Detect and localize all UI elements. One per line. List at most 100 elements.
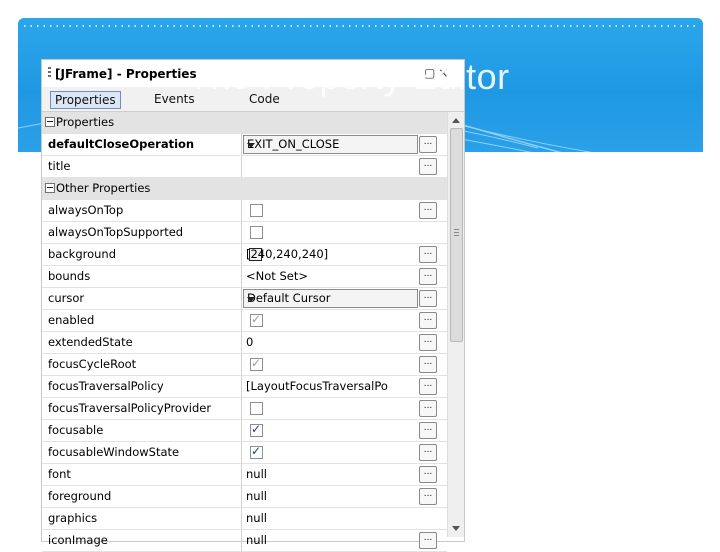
property-row[interactable]: iconImage null... — [42, 530, 447, 552]
ellipsis-button[interactable]: ... — [419, 158, 437, 175]
tab-properties[interactable]: Properties — [50, 91, 121, 109]
property-name: graphics — [48, 511, 98, 525]
window-title: [JFrame] - Properties — [55, 67, 197, 81]
column-divider — [241, 530, 242, 551]
column-divider — [241, 354, 242, 375]
property-row[interactable]: bounds <Not Set>... — [42, 266, 447, 288]
column-divider — [241, 266, 242, 287]
property-name: focusTraversalPolicy — [48, 379, 164, 393]
ellipsis-button[interactable]: ... — [419, 290, 437, 307]
dotted-rule — [24, 25, 696, 27]
property-name: alwaysOnTopSupported — [48, 225, 184, 239]
ellipsis-button[interactable]: ... — [419, 268, 437, 285]
property-row[interactable]: alwaysOnTopSupported — [42, 222, 447, 244]
combo-value: Default Cursor — [247, 291, 331, 305]
thumb-grip-icon — [454, 229, 459, 237]
dropdown-arrow-icon[interactable] — [247, 143, 255, 148]
property-name: iconImage — [48, 533, 108, 547]
property-row[interactable]: focusableWindowState... — [42, 442, 447, 464]
property-checkbox[interactable] — [250, 422, 263, 437]
ellipsis-button[interactable]: ... — [419, 334, 437, 351]
ellipsis-button[interactable]: ... — [419, 466, 437, 483]
property-name: font — [48, 467, 71, 481]
property-name: foreground — [48, 489, 112, 503]
property-value[interactable]: null — [246, 486, 418, 507]
drag-grip-icon[interactable] — [48, 67, 51, 79]
property-value[interactable]: null — [246, 530, 418, 551]
ellipsis-button[interactable]: ... — [419, 378, 437, 395]
property-name: background — [48, 247, 117, 261]
scroll-down-icon[interactable] — [452, 526, 460, 531]
property-row[interactable]: extendedState 0... — [42, 332, 447, 354]
column-divider — [241, 288, 242, 309]
column-divider — [241, 222, 242, 243]
property-row[interactable]: foreground null... — [42, 486, 447, 508]
property-row[interactable]: alwaysOnTop... — [42, 200, 447, 222]
property-name: focusCycleRoot — [48, 357, 137, 371]
column-divider — [241, 376, 242, 397]
collapse-icon[interactable] — [45, 183, 55, 193]
property-checkbox — [250, 356, 263, 371]
category-row[interactable]: Properties — [42, 112, 447, 134]
property-value[interactable]: null — [246, 464, 418, 485]
ellipsis-button[interactable]: ... — [419, 202, 437, 219]
property-sheet: Properties defaultCloseOperation EXIT_ON_C… — [42, 112, 447, 552]
property-checkbox[interactable] — [250, 204, 263, 217]
property-row[interactable]: font null... — [42, 464, 447, 486]
property-value[interactable]: 0 — [246, 332, 418, 353]
property-name: focusableWindowState — [48, 445, 180, 459]
property-name: enabled — [48, 313, 95, 327]
scroll-up-icon[interactable] — [452, 118, 460, 123]
ellipsis-button[interactable]: ... — [419, 422, 437, 439]
property-value[interactable]: [240,240,240] — [246, 244, 418, 265]
column-divider — [241, 156, 242, 177]
column-divider — [241, 398, 242, 419]
property-name: bounds — [48, 269, 91, 283]
category-row[interactable]: Other Properties — [42, 178, 447, 200]
slide-title: The Property Editor — [188, 56, 510, 97]
property-row[interactable]: enabled... — [42, 310, 447, 332]
category-label: Properties — [56, 115, 115, 129]
property-value[interactable] — [246, 156, 418, 177]
column-divider — [241, 332, 242, 353]
ellipsis-button[interactable]: ... — [419, 356, 437, 373]
column-divider — [241, 420, 242, 441]
property-row[interactable]: focusTraversalPolicy [LayoutFocusTraversa… — [42, 376, 447, 398]
ellipsis-button[interactable]: ... — [419, 400, 437, 417]
scroll-thumb[interactable] — [450, 128, 463, 342]
property-checkbox[interactable] — [250, 402, 263, 415]
ellipsis-button[interactable]: ... — [419, 246, 437, 263]
column-divider — [241, 134, 242, 155]
property-name: alwaysOnTop — [48, 203, 124, 217]
property-combo[interactable]: Default Cursor — [243, 289, 418, 308]
property-row[interactable]: background [240,240,240]... — [42, 244, 447, 266]
ellipsis-button[interactable]: ... — [419, 312, 437, 329]
property-row[interactable]: focusable... — [42, 420, 447, 442]
property-value[interactable]: <Not Set> — [246, 266, 418, 287]
property-checkbox[interactable] — [250, 444, 263, 459]
property-row[interactable]: focusCycleRoot... — [42, 354, 447, 376]
category-label: Other Properties — [56, 181, 151, 195]
vertical-scrollbar[interactable] — [447, 112, 464, 537]
collapse-icon[interactable] — [45, 117, 55, 127]
dropdown-arrow-icon[interactable] — [247, 297, 255, 302]
property-value[interactable]: [LayoutFocusTraversalPo — [246, 376, 418, 397]
ellipsis-button[interactable]: ... — [419, 136, 437, 153]
property-row[interactable]: cursor Default Cursor... — [42, 288, 447, 310]
property-checkbox[interactable] — [250, 226, 263, 239]
property-name: defaultCloseOperation — [48, 137, 195, 151]
property-name: title — [48, 159, 71, 173]
property-row[interactable]: focusTraversalPolicyProvider... — [42, 398, 447, 420]
column-divider — [241, 244, 242, 265]
property-combo[interactable]: EXIT_ON_CLOSE — [243, 135, 418, 154]
property-row[interactable]: graphics null — [42, 508, 447, 530]
property-row[interactable]: title... — [42, 156, 447, 178]
property-name: focusTraversalPolicyProvider — [48, 401, 212, 415]
ellipsis-button[interactable]: ... — [419, 444, 437, 461]
property-name: focusable — [48, 423, 104, 437]
ellipsis-button[interactable]: ... — [419, 532, 437, 549]
property-row[interactable]: defaultCloseOperation EXIT_ON_CLOSE... — [42, 134, 447, 156]
column-divider — [241, 486, 242, 507]
property-value[interactable]: null — [246, 508, 418, 529]
ellipsis-button[interactable]: ... — [419, 488, 437, 505]
